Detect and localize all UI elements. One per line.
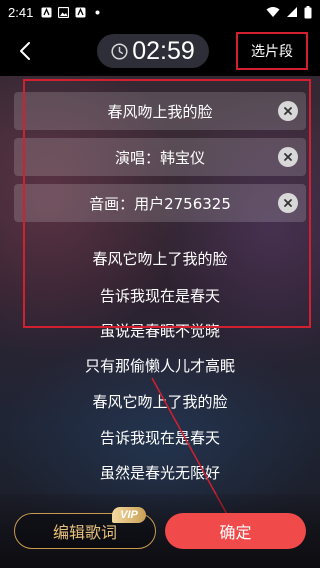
- signal-icon: [286, 6, 298, 18]
- lyric-line: 虽说是春眠不觉晓: [99, 322, 220, 340]
- confirm-button[interactable]: 确定: [165, 513, 306, 549]
- lyric-line: 告诉我现在是春天: [99, 287, 220, 305]
- notification-a-icon: [75, 7, 86, 18]
- song-title: 春风吻上我的脸: [107, 102, 213, 121]
- close-icon: [284, 107, 292, 115]
- lyric-line: 春风它吻上了我的脸: [92, 250, 228, 268]
- vip-badge: VIP: [112, 507, 146, 523]
- image-icon: [58, 6, 70, 18]
- singer-row[interactable]: 演唱：韩宝仪: [14, 138, 306, 176]
- lyric-line: 告诉我现在是春天: [99, 429, 220, 447]
- lyric-line: 虽然是春光无限好: [99, 464, 220, 482]
- image-credit-text: 音画：用户2756325: [89, 194, 231, 213]
- status-bar: 2:41: [0, 0, 320, 24]
- lyric-line: 春风它吻上了我的脸: [92, 393, 228, 411]
- clear-image-credit-button[interactable]: [278, 193, 298, 213]
- status-time: 2:41: [8, 4, 34, 20]
- wifi-icon: [266, 6, 280, 18]
- back-button[interactable]: [12, 38, 38, 64]
- clear-singer-button[interactable]: [278, 147, 298, 167]
- timer-text: 02:59: [132, 36, 195, 65]
- top-bar: 02:59 选片段: [0, 24, 320, 76]
- close-icon: [284, 153, 292, 161]
- clear-title-button[interactable]: [278, 101, 298, 121]
- dot-icon: [92, 7, 103, 18]
- song-title-row[interactable]: 春风吻上我的脸: [14, 92, 306, 130]
- singer-text: 演唱：韩宝仪: [114, 148, 205, 167]
- clock-icon: [111, 42, 128, 60]
- chevron-left-icon: [20, 42, 30, 60]
- close-icon: [284, 199, 292, 207]
- image-credit-row[interactable]: 音画：用户2756325: [14, 184, 306, 222]
- notification-a-icon: [41, 7, 52, 18]
- select-segment-button[interactable]: 选片段: [236, 32, 308, 70]
- lyric-line: 只有那偷懒人儿才高眠: [84, 357, 235, 375]
- battery-icon: [304, 5, 312, 19]
- duration-timer: 02:59: [97, 34, 209, 68]
